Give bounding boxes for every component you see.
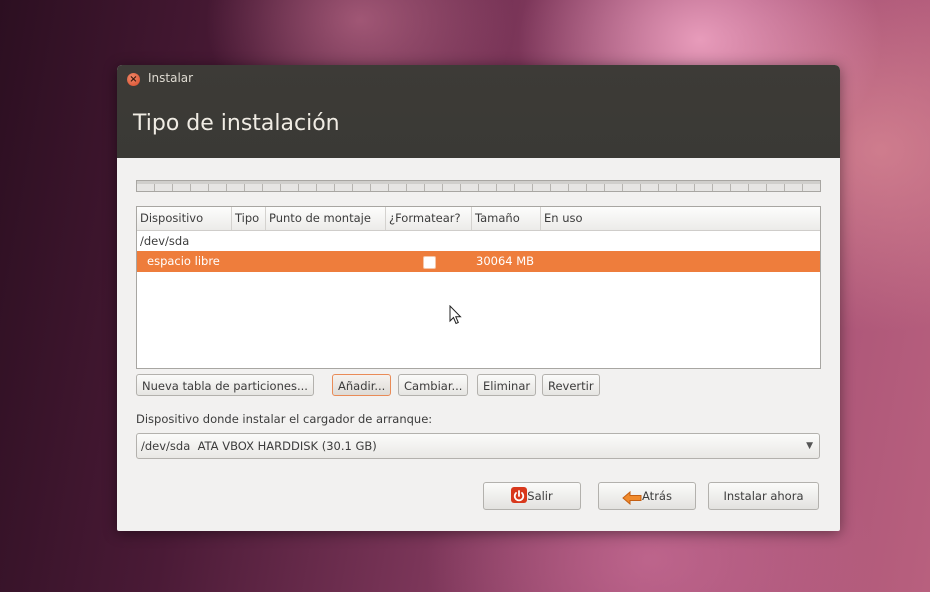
install-now-button[interactable]: Instalar ahora bbox=[708, 482, 819, 510]
partition-size: 30064 MB bbox=[476, 254, 535, 268]
back-button[interactable]: Atrás bbox=[598, 482, 696, 510]
quit-label: Salir bbox=[527, 489, 553, 503]
installer-window: × Instalar Tipo de instalación Dispositi… bbox=[117, 65, 840, 531]
revert-button[interactable]: Revertir bbox=[542, 374, 600, 396]
close-icon[interactable]: × bbox=[127, 73, 140, 86]
delete-partition-button[interactable]: Eliminar bbox=[477, 374, 537, 396]
table-row-device[interactable]: /dev/sda bbox=[137, 231, 820, 252]
format-checkbox[interactable] bbox=[423, 256, 436, 269]
change-partition-button[interactable]: Cambiar... bbox=[398, 374, 469, 396]
bootloader-label: Dispositivo donde instalar el cargador d… bbox=[136, 412, 433, 426]
page-title: Tipo de instalación bbox=[133, 111, 340, 136]
back-label: Atrás bbox=[642, 489, 672, 503]
partition-device: espacio libre bbox=[147, 254, 220, 268]
column-header-size[interactable]: Tamaño bbox=[472, 207, 541, 230]
power-icon bbox=[511, 487, 528, 503]
device-name: /dev/sda bbox=[140, 234, 190, 248]
table-row-free-space[interactable]: espacio libre 30064 MB bbox=[137, 251, 820, 272]
column-header-type[interactable]: Tipo bbox=[232, 207, 266, 230]
quit-button[interactable]: Salir bbox=[483, 482, 581, 510]
bootloader-selected-value: /dev/sda ATA VBOX HARDDISK (30.1 GB) bbox=[141, 439, 377, 453]
mouse-cursor-icon bbox=[449, 304, 462, 329]
column-header-device[interactable]: Dispositivo bbox=[137, 207, 232, 230]
window-title: Instalar bbox=[148, 71, 194, 85]
arrow-left-icon bbox=[622, 488, 642, 506]
new-partition-table-button[interactable]: Nueva tabla de particiones... bbox=[136, 374, 314, 396]
title-bar: × Instalar Tipo de instalación bbox=[117, 65, 840, 158]
add-partition-button[interactable]: Añadir... bbox=[332, 374, 392, 396]
partition-table[interactable]: Dispositivo Tipo Punto de montaje ¿Forma… bbox=[136, 206, 821, 369]
column-header-used[interactable]: En uso bbox=[541, 207, 818, 230]
chevron-down-icon: ▼ bbox=[806, 441, 813, 451]
disk-usage-bar bbox=[136, 180, 821, 192]
bootloader-device-select[interactable]: /dev/sda ATA VBOX HARDDISK (30.1 GB) ▼ bbox=[136, 433, 820, 459]
column-header-mount[interactable]: Punto de montaje bbox=[266, 207, 386, 230]
column-header-format[interactable]: ¿Formatear? bbox=[386, 207, 472, 230]
table-header: Dispositivo Tipo Punto de montaje ¿Forma… bbox=[137, 207, 820, 231]
